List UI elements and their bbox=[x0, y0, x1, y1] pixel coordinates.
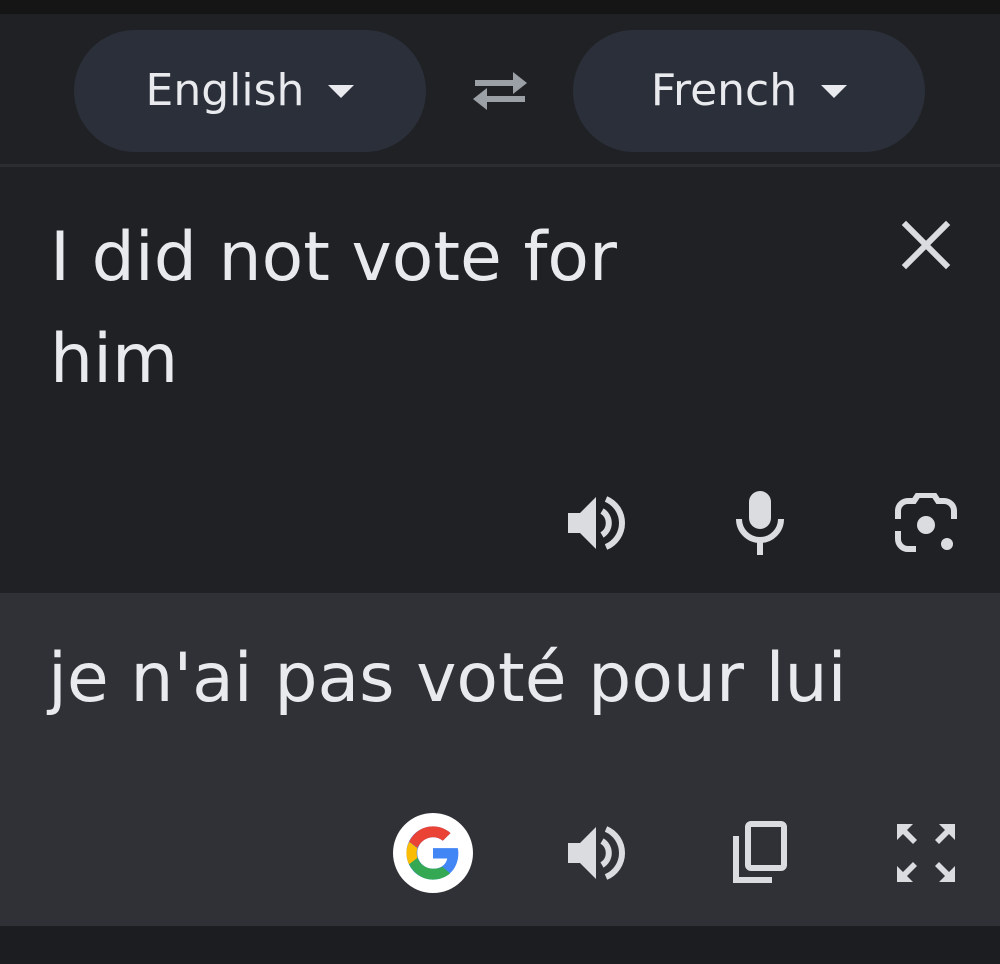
google-button[interactable] bbox=[393, 813, 473, 893]
clear-text-button[interactable] bbox=[888, 207, 964, 283]
listen-source-button[interactable] bbox=[556, 483, 636, 563]
bottom-strip bbox=[0, 926, 1000, 964]
speaker-icon bbox=[568, 496, 625, 550]
input-panel: I did not vote for him bbox=[0, 167, 1000, 593]
copy-translation-button[interactable] bbox=[720, 813, 800, 893]
swap-languages-button[interactable] bbox=[466, 62, 534, 118]
source-text-input[interactable]: I did not vote for him bbox=[50, 207, 750, 411]
language-bar: English French bbox=[0, 14, 1000, 164]
fullscreen-icon bbox=[897, 824, 955, 882]
target-language-label: French bbox=[650, 65, 798, 116]
output-panel: je n'ai pas voté pour lui bbox=[0, 593, 1000, 926]
status-strip bbox=[0, 0, 1000, 14]
google-lens-icon bbox=[895, 493, 957, 552]
target-language-selector[interactable]: French bbox=[573, 30, 925, 152]
swap-arrows-icon bbox=[473, 72, 527, 110]
copy-icon bbox=[733, 821, 787, 883]
listen-translation-button[interactable] bbox=[556, 813, 636, 893]
dropdown-caret-icon bbox=[821, 84, 848, 98]
translate-app: English French I did not vote for him je… bbox=[0, 0, 1000, 964]
dropdown-caret-icon bbox=[328, 84, 355, 98]
source-language-selector[interactable]: English bbox=[74, 30, 426, 152]
fullscreen-button[interactable] bbox=[884, 813, 968, 893]
translated-text: je n'ai pas voté pour lui bbox=[48, 639, 847, 718]
camera-translate-button[interactable] bbox=[884, 483, 968, 567]
close-icon bbox=[901, 220, 951, 270]
voice-input-button[interactable] bbox=[720, 483, 800, 563]
speaker-icon bbox=[568, 826, 625, 880]
source-language-label: English bbox=[145, 65, 305, 116]
google-logo-icon bbox=[406, 826, 459, 880]
microphone-icon bbox=[736, 491, 784, 555]
